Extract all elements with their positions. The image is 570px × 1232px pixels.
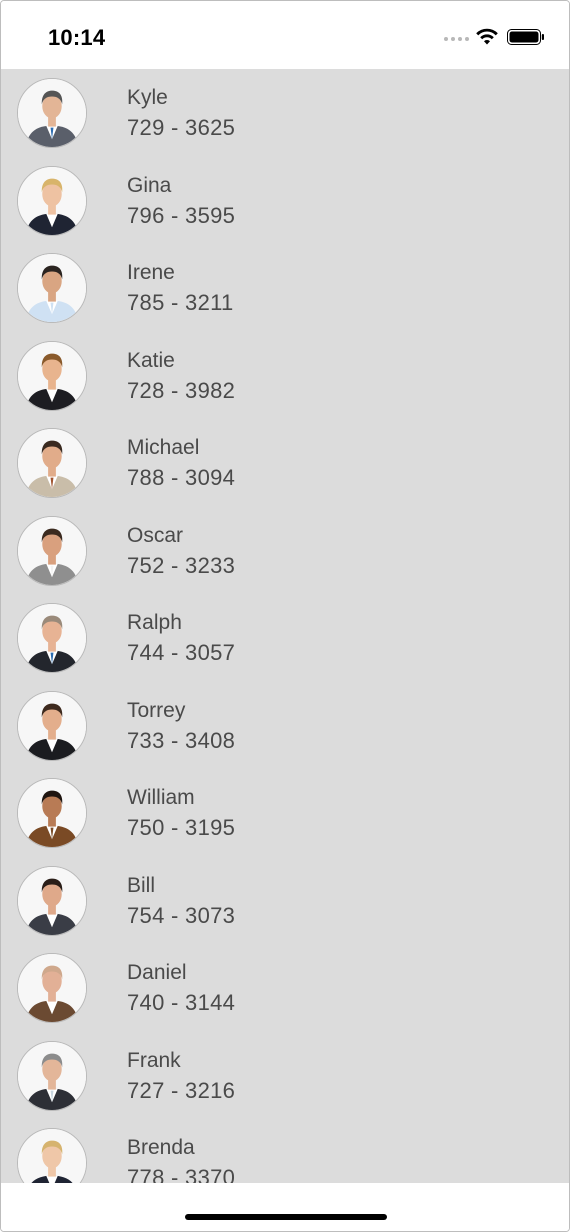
contact-name: Brenda bbox=[127, 1136, 195, 1159]
contact-name: Katie bbox=[127, 348, 175, 372]
contact-name: Oscar bbox=[127, 523, 184, 547]
contact-avatar bbox=[17, 690, 87, 761]
status-bar: 10:14 bbox=[1, 1, 569, 69]
person-avatar-icon bbox=[18, 516, 86, 585]
person-avatar-icon bbox=[18, 1041, 86, 1110]
contact-avatar bbox=[17, 1040, 87, 1111]
contact-avatar bbox=[17, 865, 87, 936]
person-avatar-icon bbox=[18, 866, 86, 935]
contact-phone: 788 - 3094 bbox=[127, 465, 236, 490]
contact-name: William bbox=[127, 786, 195, 809]
person-avatar-icon bbox=[18, 604, 86, 672]
status-time: 10:14 bbox=[48, 25, 106, 50]
person-avatar-icon bbox=[18, 341, 86, 410]
contact-avatar bbox=[17, 603, 87, 673]
contact-avatar bbox=[17, 778, 87, 848]
person-avatar-icon bbox=[18, 691, 86, 760]
person-avatar-icon bbox=[18, 1129, 86, 1183]
contact-avatar bbox=[17, 1128, 87, 1183]
contact-avatar bbox=[17, 428, 87, 498]
contact-row[interactable]: William 750 - 3195 bbox=[1, 769, 569, 857]
contact-phone: 728 - 3982 bbox=[127, 377, 236, 403]
contact-phone: 750 - 3195 bbox=[127, 815, 236, 840]
contact-name: Torrey bbox=[127, 698, 186, 722]
contact-name: Michael bbox=[127, 436, 200, 459]
contact-row[interactable]: Irene 785 - 3211 bbox=[1, 244, 569, 332]
contact-row[interactable]: Ralph 744 - 3057 bbox=[1, 594, 569, 682]
contact-phone: 796 - 3595 bbox=[127, 202, 236, 228]
person-avatar-icon bbox=[18, 429, 86, 497]
contact-row[interactable]: Oscar 752 - 3233 bbox=[1, 507, 569, 595]
contact-phone: 752 - 3233 bbox=[127, 552, 236, 578]
person-avatar-icon bbox=[18, 79, 86, 147]
bottom-bar bbox=[1, 1183, 569, 1231]
contact-phone: 744 - 3057 bbox=[127, 640, 236, 665]
phone-screen: 10:14 Kyle 729 - 3625 Gina 796 - 3595 Irene 7… bbox=[0, 0, 570, 1232]
contact-row[interactable]: Michael 788 - 3094 bbox=[1, 419, 569, 507]
contact-name: Irene bbox=[127, 261, 175, 284]
contact-phone: 778 - 3370 bbox=[127, 1165, 236, 1183]
contact-avatar bbox=[17, 340, 87, 411]
wifi-icon bbox=[476, 28, 498, 45]
person-avatar-icon bbox=[18, 954, 86, 1022]
person-avatar-icon bbox=[18, 254, 86, 322]
contact-avatar bbox=[17, 253, 87, 323]
contact-avatar bbox=[17, 78, 87, 148]
home-indicator[interactable] bbox=[185, 1214, 387, 1220]
contact-row[interactable]: Daniel 740 - 3144 bbox=[1, 944, 569, 1032]
contact-row[interactable]: Kyle 729 - 3625 bbox=[1, 69, 569, 157]
person-avatar-icon bbox=[18, 166, 86, 235]
contact-avatar bbox=[17, 515, 87, 586]
contact-phone: 733 - 3408 bbox=[127, 727, 236, 753]
contact-phone: 727 - 3216 bbox=[127, 1077, 236, 1103]
contact-name: Frank bbox=[127, 1048, 181, 1072]
contact-phone: 754 - 3073 bbox=[127, 902, 236, 928]
contact-row[interactable]: Frank 727 - 3216 bbox=[1, 1032, 569, 1120]
contact-phone: 785 - 3211 bbox=[127, 290, 234, 315]
contact-row[interactable]: Torrey 733 - 3408 bbox=[1, 682, 569, 770]
contact-name: Ralph bbox=[127, 611, 182, 634]
signal-dots-icon bbox=[444, 37, 469, 41]
contact-row[interactable]: Gina 796 - 3595 bbox=[1, 157, 569, 245]
battery-icon bbox=[507, 29, 544, 45]
contact-avatar bbox=[17, 953, 87, 1023]
contact-row[interactable]: Katie 728 - 3982 bbox=[1, 332, 569, 420]
contact-list[interactable]: Kyle 729 - 3625 Gina 796 - 3595 Irene 785 - 3… bbox=[1, 69, 569, 1183]
contact-name: Daniel bbox=[127, 961, 187, 984]
contact-phone: 729 - 3625 bbox=[127, 115, 236, 140]
contact-row[interactable]: Bill 754 - 3073 bbox=[1, 857, 569, 945]
contact-row[interactable]: Brenda 778 - 3370 bbox=[1, 1119, 569, 1183]
person-avatar-icon bbox=[18, 779, 86, 847]
contact-name: Gina bbox=[127, 173, 172, 197]
contact-name: Kyle bbox=[127, 86, 168, 109]
contact-phone: 740 - 3144 bbox=[127, 990, 236, 1015]
contact-avatar bbox=[17, 165, 87, 236]
contact-name: Bill bbox=[127, 873, 156, 897]
